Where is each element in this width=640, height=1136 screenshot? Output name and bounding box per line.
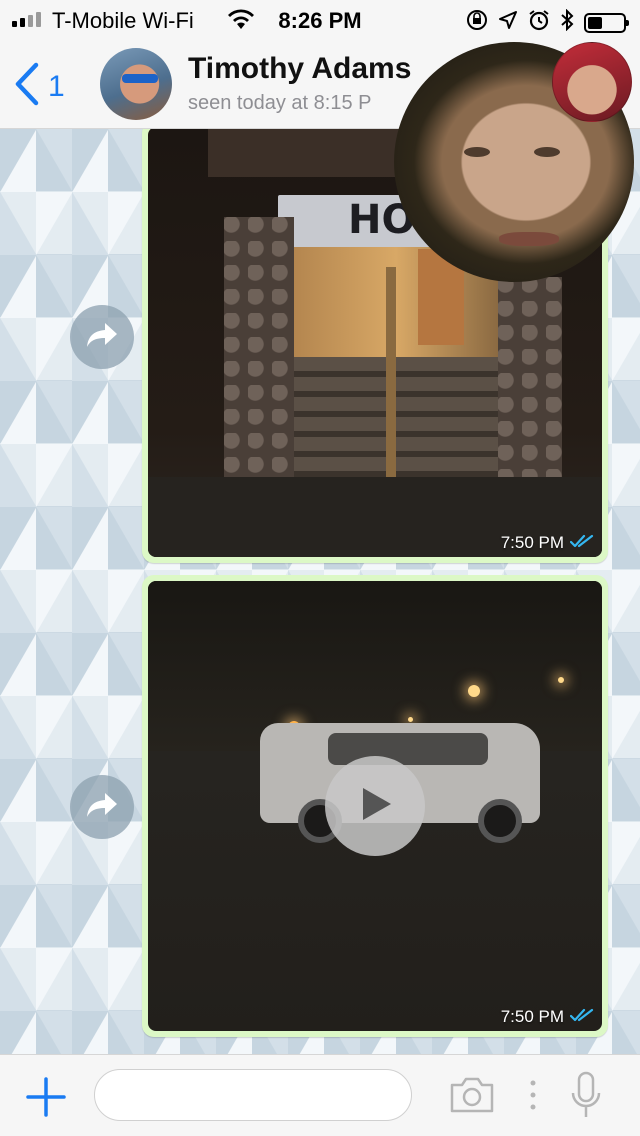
forward-arrow-icon [85, 791, 119, 824]
message-meta: 7:50 PM [501, 1007, 594, 1027]
signal-bars-icon [12, 12, 41, 27]
last-seen-status: seen today at 8:15 P [188, 92, 372, 114]
status-bar: T-Mobile Wi-Fi 8:26 PM [0, 0, 640, 40]
chevron-left-icon [14, 62, 40, 111]
play-button[interactable] [325, 756, 425, 856]
input-bar [0, 1054, 640, 1136]
message-time: 7:50 PM [500, 533, 564, 552]
bluetooth-icon [560, 8, 574, 36]
unread-count: 1 [48, 69, 65, 103]
video-attachment[interactable] [148, 581, 602, 1031]
microphone-icon[interactable] [568, 1071, 604, 1124]
play-icon [355, 784, 395, 829]
plus-icon[interactable] [26, 1077, 66, 1117]
video-call-self-view[interactable] [552, 42, 632, 122]
more-dots-icon[interactable] [528, 1079, 538, 1116]
double-check-icon [569, 1008, 594, 1027]
double-check-icon [569, 534, 594, 553]
contact-name[interactable]: Timothy Adams [188, 52, 411, 86]
camera-icon[interactable] [448, 1075, 496, 1120]
forward-arrow-icon [85, 321, 119, 354]
message-time: 7:50 PM [500, 1007, 564, 1026]
location-arrow-icon [498, 10, 518, 35]
rotation-lock-icon [466, 9, 488, 36]
forward-button[interactable] [70, 305, 134, 369]
back-button[interactable]: 1 [14, 62, 65, 111]
contact-avatar[interactable] [100, 48, 172, 120]
carrier-label: T-Mobile Wi-Fi [52, 8, 194, 33]
message-meta: 7:50 PM [501, 533, 594, 553]
alarm-icon [528, 9, 550, 36]
battery-icon [584, 12, 629, 33]
message-bubble-video[interactable]: 7:50 PM [142, 575, 608, 1037]
forward-button[interactable] [70, 775, 134, 839]
message-input[interactable] [94, 1069, 412, 1121]
wifi-icon [226, 8, 256, 35]
